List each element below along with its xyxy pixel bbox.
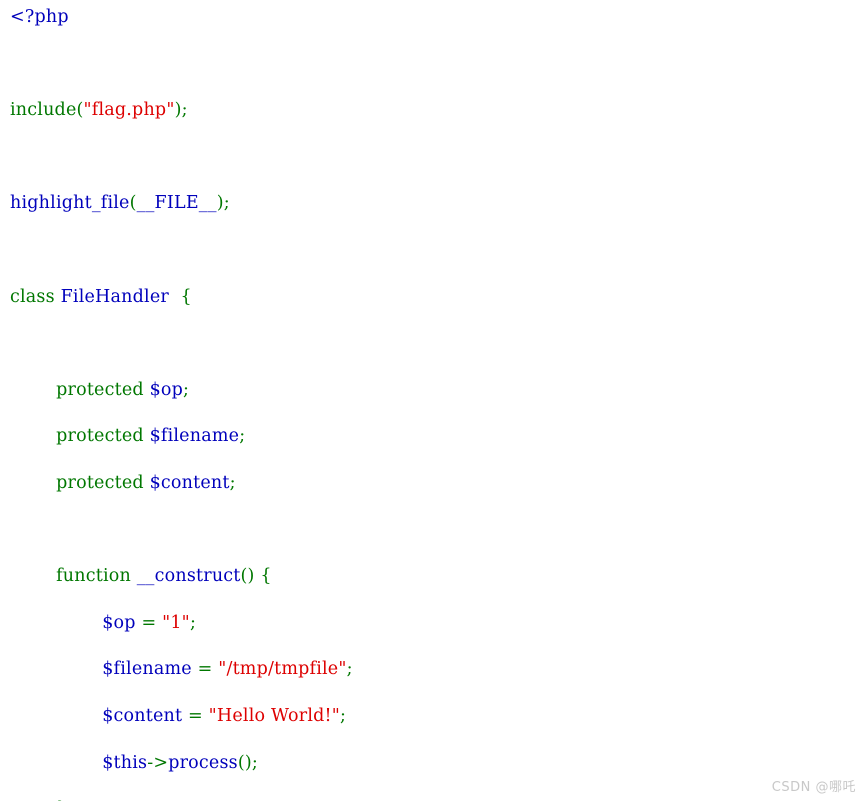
code-token-def: $filename (102, 659, 192, 680)
code-token-kw: -> (147, 752, 169, 773)
code-token-kw: (); (237, 752, 258, 773)
code-token-def: FileHandler (60, 286, 169, 307)
code-token-kw: ); (174, 100, 188, 121)
code-token-def: $op (149, 379, 184, 400)
code-line: function __construct() { (10, 565, 864, 588)
code-line: include("flag.php"); (10, 99, 864, 122)
code-line: <?php (10, 6, 864, 29)
code-line: $filename = "/tmp/tmpfile"; (10, 658, 864, 681)
code-token-kw: class (10, 286, 61, 307)
code-token-str: "/tmp/tmpfile" (218, 659, 347, 680)
code-token-def: $this (102, 752, 148, 773)
code-token-str: "1" (162, 612, 190, 633)
code-token-def: $content (102, 705, 183, 726)
code-token-kw: protected (56, 426, 150, 447)
code-token-def: $op (102, 612, 136, 633)
csdn-watermark: CSDN @哪吒 (771, 780, 856, 795)
code-token-kw: ); (216, 193, 230, 214)
code-token-def: process (168, 752, 238, 773)
code-token-kw: = (135, 612, 163, 633)
code-token-kw: ; (340, 705, 347, 726)
code-token-kw: ( (76, 100, 84, 121)
code-line: $this->process(); (10, 752, 864, 775)
code-line: protected $filename; (10, 425, 864, 448)
code-line: $op = "1"; (10, 612, 864, 635)
code-token-kw: = (191, 659, 219, 680)
php-source-code: <?php include("flag.php"); highlight_fil… (10, 6, 864, 801)
code-line: protected $content; (10, 472, 864, 495)
code-token-def: __construct (136, 566, 241, 587)
code-token-kw: protected (56, 379, 150, 400)
code-line: protected $op; (10, 379, 864, 402)
code-token-kw: = (182, 705, 209, 726)
code-token-kw: ; (229, 472, 236, 493)
code-token-kw: include (10, 100, 77, 121)
code-token-kw: () { (240, 566, 272, 587)
code-token-kw: ; (183, 379, 190, 400)
code-token-kw: ; (346, 659, 353, 680)
code-token-def: highlight_file (10, 193, 130, 214)
code-token-str: "flag.php" (83, 100, 175, 121)
code-token-def: $content (149, 472, 230, 493)
code-token-kw: ( (129, 193, 137, 214)
code-token-def: __FILE__ (136, 193, 217, 214)
code-line: $content = "Hello World!"; (10, 705, 864, 728)
code-token-kw: { (168, 286, 192, 307)
code-listing: <?php include("flag.php"); highlight_fil… (0, 0, 864, 801)
code-token-kw: ; (189, 612, 197, 633)
code-token-kw: function (56, 566, 137, 587)
code-token-def: $filename (149, 426, 240, 447)
code-token-def: <?php (10, 7, 69, 27)
code-line: highlight_file(__FILE__); (10, 192, 864, 215)
code-line: class FileHandler { (10, 286, 864, 309)
code-token-str: "Hello World!" (208, 705, 340, 726)
code-token-kw: protected (56, 472, 150, 493)
code-token-kw: ; (239, 426, 246, 447)
